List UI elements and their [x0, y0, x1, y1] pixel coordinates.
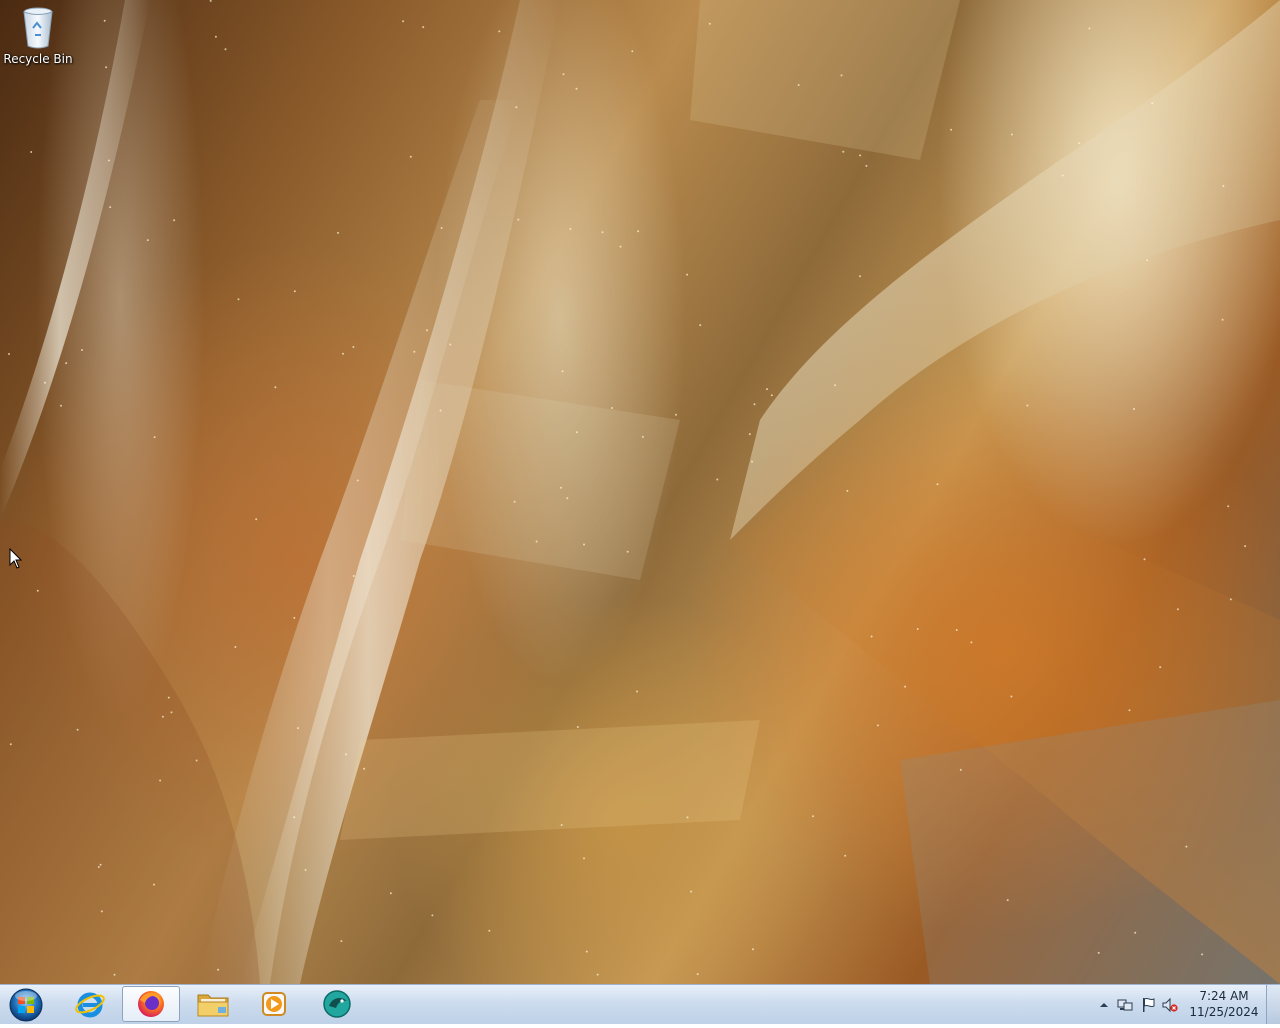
desktop-wallpaper: Recycle Bin — [0, 0, 1280, 984]
recycle-bin-icon — [23, 7, 53, 49]
wallpaper-metal-bands — [0, 0, 1280, 984]
clock-date: 11/25/2024 — [1189, 1005, 1259, 1019]
show-desktop-button[interactable] — [1266, 985, 1280, 1024]
recycle-bin-label: Recycle Bin — [3, 52, 73, 66]
taskbar: 7:24 AM 11/25/2024 — [0, 984, 1280, 1024]
firefox-icon — [138, 991, 164, 1017]
windows-orb-icon — [9, 988, 43, 1022]
taskbar-media-player-button[interactable] — [245, 986, 303, 1022]
volume-muted-icon[interactable] — [1162, 997, 1178, 1013]
internet-explorer-icon — [75, 992, 105, 1018]
teal-bird-app-icon — [323, 990, 351, 1018]
taskbar-app-button[interactable] — [308, 986, 366, 1022]
action-center-flag-icon[interactable] — [1140, 997, 1156, 1013]
clock-time: 7:24 AM — [1199, 989, 1249, 1003]
start-button[interactable] — [4, 986, 50, 1024]
taskbar-windows-explorer-button[interactable] — [184, 986, 242, 1022]
taskbar-firefox-button[interactable] — [122, 986, 180, 1022]
folder-icon — [197, 994, 229, 1017]
mouse-pointer-icon — [9, 548, 23, 569]
wallpaper-sparkles — [8, 0, 1247, 976]
media-player-icon — [262, 992, 286, 1016]
recycle-bin-shortcut[interactable]: Recycle Bin — [2, 4, 74, 76]
taskbar-internet-explorer-button[interactable] — [61, 986, 119, 1022]
show-hidden-icons-icon[interactable] — [1096, 997, 1112, 1013]
network-icon[interactable] — [1117, 997, 1133, 1013]
system-tray: 7:24 AM 11/25/2024 — [1090, 985, 1280, 1025]
taskbar-clock[interactable]: 7:24 AM 11/25/2024 — [1188, 988, 1260, 1020]
